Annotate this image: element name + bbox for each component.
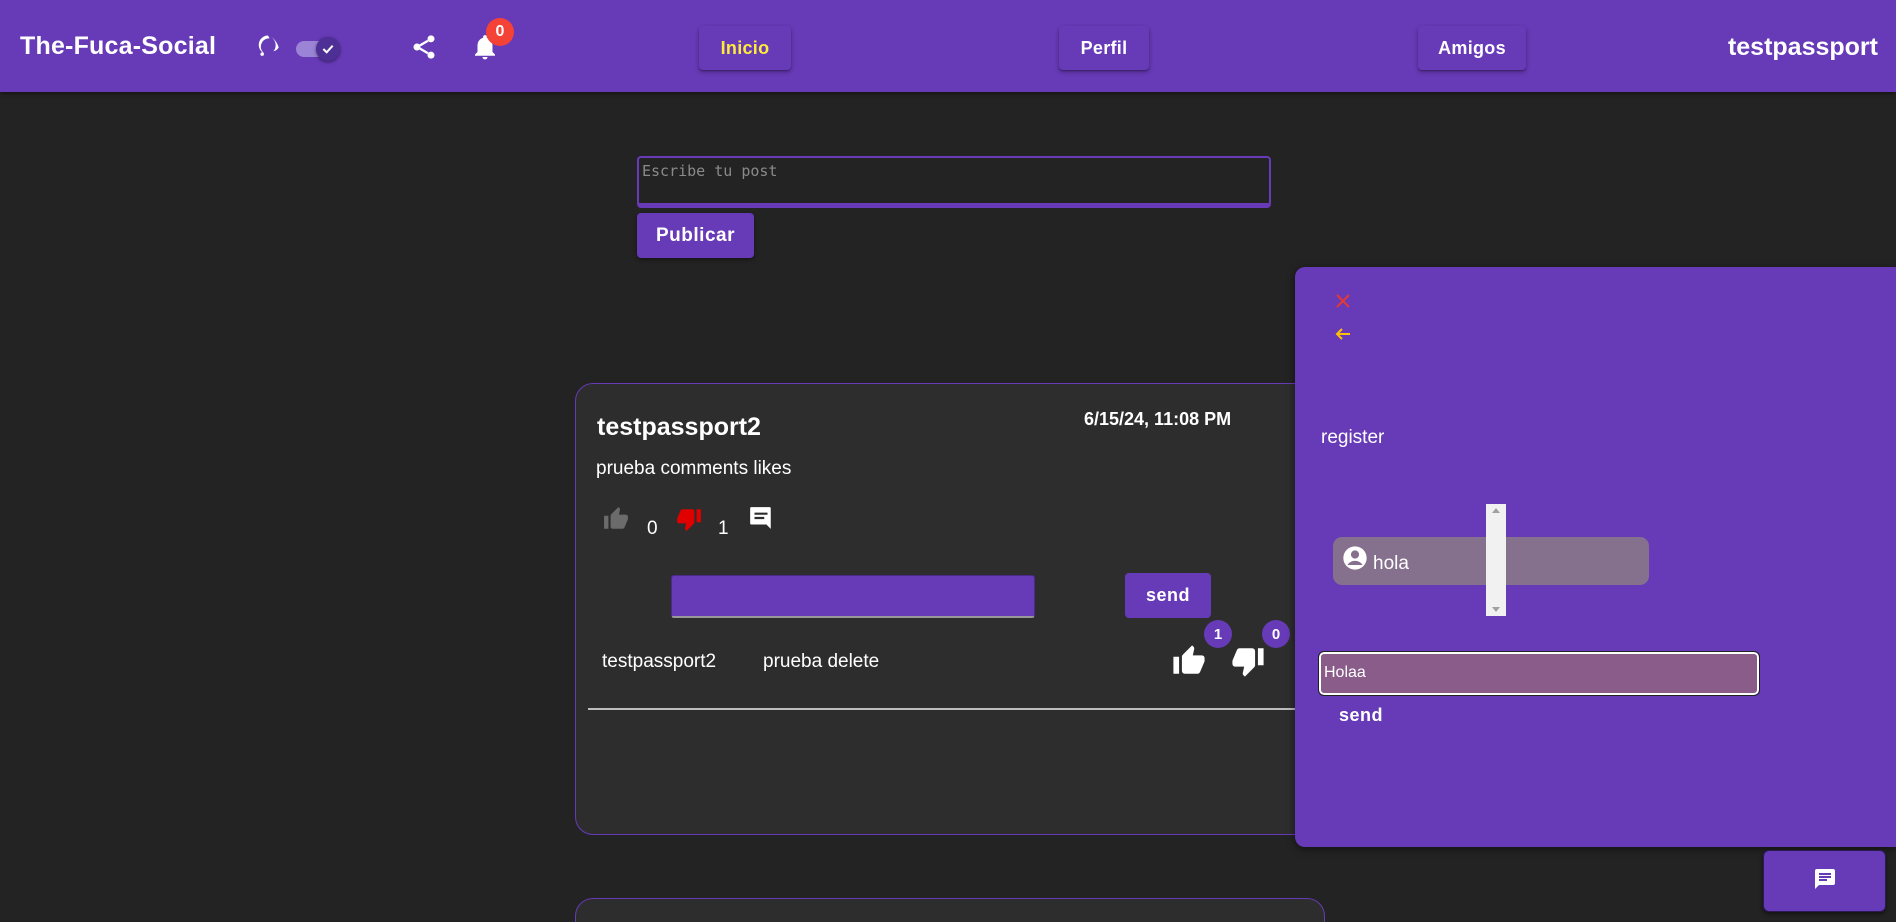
comment-divider: [588, 708, 1316, 710]
chat-contact-name: register: [1321, 427, 1385, 448]
chat-icon: [1813, 867, 1837, 896]
comment-send-button[interactable]: send: [1125, 573, 1211, 618]
app-header: The-Fuca-Social 0 Inicio Perfil Amigos t…: [0, 0, 1896, 92]
chat-toggle-button[interactable]: [1763, 850, 1886, 912]
chat-send-button[interactable]: send: [1339, 705, 1383, 726]
chat-message-text: hola: [1373, 553, 1409, 574]
comment-icon[interactable]: [748, 505, 774, 531]
comment-author[interactable]: testpassport2: [602, 651, 716, 673]
nav-inicio-button[interactable]: Inicio: [699, 26, 791, 70]
moon-icon: [254, 32, 282, 60]
post-date: 6/15/24, 11:08 PM: [1084, 409, 1232, 429]
arrow-back-icon[interactable]: [1333, 324, 1353, 344]
scroll-down-arrow[interactable]: [1492, 607, 1500, 612]
notification-badge: 0: [486, 18, 514, 46]
post-content: prueba comments likes: [596, 458, 792, 479]
chat-input[interactable]: Holaa: [1318, 651, 1760, 696]
account-circle-icon: [1341, 544, 1369, 572]
post-card: testpassport2 6/15/24, 11:08 PM prueba c…: [575, 383, 1325, 835]
comment-dislike-badge: 0: [1262, 620, 1290, 648]
post-author[interactable]: testpassport2: [597, 413, 761, 442]
chat-scrollbar[interactable]: [1486, 504, 1506, 616]
current-username[interactable]: testpassport: [1728, 33, 1878, 62]
thumb-down-icon[interactable]: [1231, 644, 1265, 678]
thumb-up-icon[interactable]: [603, 506, 629, 532]
share-icon[interactable]: [410, 33, 438, 61]
post-card: [575, 898, 1325, 922]
scroll-up-arrow[interactable]: [1492, 508, 1500, 513]
app-brand[interactable]: The-Fuca-Social: [20, 32, 216, 61]
thumb-down-icon[interactable]: [676, 506, 702, 532]
post-dislike-count: 1: [718, 518, 729, 539]
nav-amigos-button[interactable]: Amigos: [1418, 26, 1526, 70]
post-input[interactable]: Escribe tu post: [637, 156, 1271, 208]
close-icon[interactable]: [1333, 291, 1353, 311]
publish-button[interactable]: Publicar: [637, 213, 754, 258]
nav-perfil-button[interactable]: Perfil: [1059, 26, 1149, 70]
theme-toggle[interactable]: [296, 37, 342, 61]
comment-input[interactable]: [671, 575, 1035, 618]
post-like-count: 0: [647, 518, 658, 539]
comment-text: prueba delete: [763, 651, 880, 672]
thumb-up-icon[interactable]: [1172, 644, 1206, 678]
comment-like-badge: 1: [1204, 620, 1232, 648]
chat-panel: register hola Holaa send: [1295, 267, 1896, 847]
check-icon: [316, 37, 340, 61]
